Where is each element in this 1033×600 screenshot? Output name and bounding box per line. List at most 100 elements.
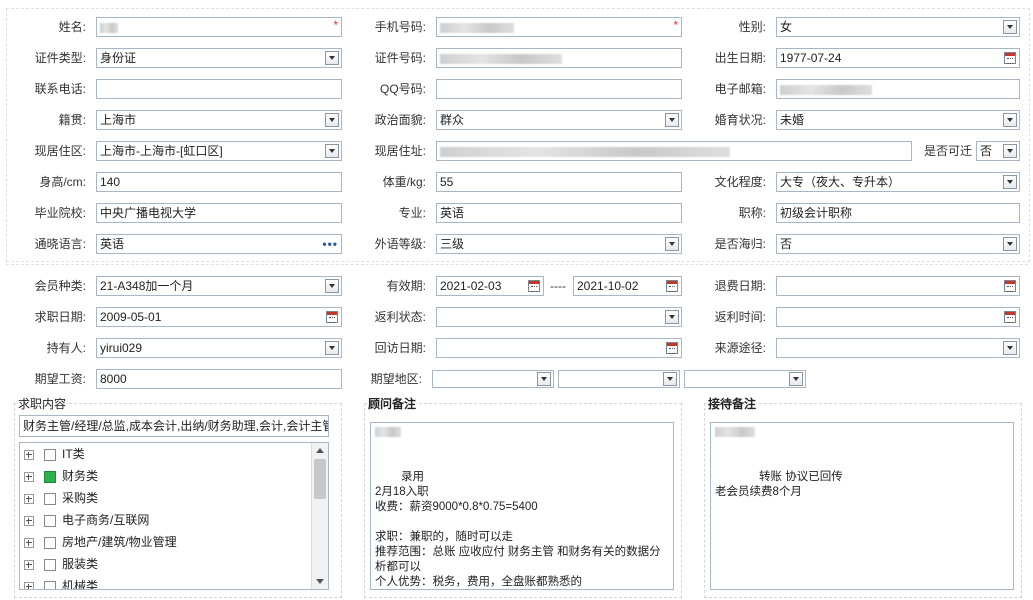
relocatable-select[interactable]: 否 xyxy=(976,141,1020,161)
id-type-select[interactable]: 身份证 xyxy=(96,48,342,68)
checkbox[interactable] xyxy=(44,514,56,527)
chevron-down-icon[interactable] xyxy=(1003,144,1017,158)
chevron-down-icon[interactable] xyxy=(1003,175,1017,189)
checkbox[interactable] xyxy=(44,558,56,571)
language-level-select[interactable]: 三级 xyxy=(436,234,682,254)
name-field[interactable]: * xyxy=(96,17,342,37)
height-field[interactable]: 140 xyxy=(96,172,342,192)
tree-item-real-estate[interactable]: 房地产/建筑/物业管理 xyxy=(24,531,177,553)
chevron-down-icon[interactable] xyxy=(325,341,339,355)
school-label: 毕业院校: xyxy=(34,206,86,220)
checkbox[interactable] xyxy=(44,492,56,505)
chevron-down-icon[interactable] xyxy=(537,372,551,386)
language-level-value: 三级 xyxy=(440,237,465,251)
title-field[interactable]: 初级会计职称 xyxy=(776,203,1020,223)
tree-item-apparel[interactable]: 服装类 xyxy=(24,553,98,575)
tree-scrollbar[interactable] xyxy=(311,443,328,589)
member-type-select[interactable]: 21-A348加一个月 xyxy=(96,276,342,296)
chevron-down-icon[interactable] xyxy=(325,144,339,158)
marital-status-select[interactable]: 未婚 xyxy=(776,110,1020,130)
chevron-down-icon[interactable] xyxy=(789,372,803,386)
email-label: 电子邮箱: xyxy=(714,82,766,96)
advisor-notes-textarea[interactable]: 录用 2月18入职 收费：薪资9000*0.8*0.75=5400 求职：兼职的… xyxy=(370,422,674,590)
language-field[interactable]: 英语 ••• xyxy=(96,234,342,254)
calendar-icon[interactable] xyxy=(528,280,540,292)
tree-item-purchasing[interactable]: 采购类 xyxy=(24,487,98,509)
weight-value: 55 xyxy=(440,175,454,189)
expand-icon[interactable] xyxy=(24,581,34,589)
holder-select[interactable]: yirui029 xyxy=(96,338,342,358)
scroll-up-icon[interactable] xyxy=(316,448,324,453)
phone-label: 手机号码: xyxy=(374,20,426,34)
school-field[interactable]: 中央广播电视大学 xyxy=(96,203,342,223)
refund-date-field[interactable] xyxy=(776,276,1020,296)
expand-icon[interactable] xyxy=(24,537,34,548)
checkbox-checked[interactable] xyxy=(44,470,56,483)
required-marker: * xyxy=(333,18,338,32)
tree-item-machinery[interactable]: 机械类 xyxy=(24,575,98,589)
expand-icon[interactable] xyxy=(24,559,34,570)
job-category-tree[interactable]: IT类 财务类 采购类 电子商务/互联网 房地产/建筑/物业管理 服装类 机械类 xyxy=(19,442,329,590)
expected-area-city-select[interactable] xyxy=(558,370,680,388)
expected-salary-field[interactable]: 8000 xyxy=(96,369,342,389)
redacted-text xyxy=(375,427,401,437)
expected-area-district-select[interactable] xyxy=(684,370,806,388)
checkbox[interactable] xyxy=(44,580,56,589)
chevron-down-icon[interactable] xyxy=(325,113,339,127)
calendar-icon[interactable] xyxy=(1004,311,1016,323)
calendar-icon[interactable] xyxy=(666,342,678,354)
expand-icon[interactable] xyxy=(24,493,34,504)
residence-area-select[interactable]: 上海市-上海市-[虹口区] xyxy=(96,141,342,161)
chevron-down-icon[interactable] xyxy=(1003,341,1017,355)
tree-item-ecommerce[interactable]: 电子商务/互联网 xyxy=(24,509,149,531)
expand-icon[interactable] xyxy=(24,471,34,482)
visit-date-field[interactable] xyxy=(436,338,682,358)
scroll-down-icon[interactable] xyxy=(316,579,324,584)
political-status-select[interactable]: 群众 xyxy=(436,110,682,130)
chevron-down-icon[interactable] xyxy=(663,372,677,386)
contact-phone-field[interactable] xyxy=(96,79,342,99)
calendar-icon[interactable] xyxy=(326,311,338,323)
chevron-down-icon[interactable] xyxy=(1003,113,1017,127)
chevron-down-icon[interactable] xyxy=(665,113,679,127)
chevron-down-icon[interactable] xyxy=(325,279,339,293)
chevron-down-icon[interactable] xyxy=(1003,237,1017,251)
scroll-thumb[interactable] xyxy=(314,459,326,499)
checkbox[interactable] xyxy=(44,448,56,461)
phone-field[interactable]: * xyxy=(436,17,682,37)
expand-icon[interactable] xyxy=(24,515,34,526)
education-select[interactable]: 大专（夜大、专升本） xyxy=(776,172,1020,192)
weight-field[interactable]: 55 xyxy=(436,172,682,192)
valid-start-field[interactable]: 2021-02-03 xyxy=(436,276,544,296)
reception-notes-textarea[interactable]: 转账 协议已回传 老会员续费8个月 xyxy=(710,422,1014,590)
rebate-time-field[interactable] xyxy=(776,307,1020,327)
tree-item-label: 服装类 xyxy=(62,557,99,571)
chevron-down-icon[interactable] xyxy=(1003,20,1017,34)
expected-area-province-select[interactable] xyxy=(432,370,554,388)
gender-select[interactable]: 女 xyxy=(776,17,1020,37)
chevron-down-icon[interactable] xyxy=(665,237,679,251)
chevron-down-icon[interactable] xyxy=(325,51,339,65)
native-place-select[interactable]: 上海市 xyxy=(96,110,342,130)
checkbox[interactable] xyxy=(44,536,56,549)
residence-address-field[interactable] xyxy=(436,141,912,161)
birth-date-field[interactable]: 1977-07-24 xyxy=(776,48,1020,68)
email-field[interactable] xyxy=(776,79,1020,99)
qq-field[interactable] xyxy=(436,79,682,99)
tree-item-finance[interactable]: 财务类 xyxy=(24,465,98,487)
rebate-status-select[interactable] xyxy=(436,307,682,327)
valid-end-field[interactable]: 2021-10-02 xyxy=(573,276,682,296)
tree-item-it[interactable]: IT类 xyxy=(24,443,85,465)
returnee-select[interactable]: 否 xyxy=(776,234,1020,254)
source-select[interactable] xyxy=(776,338,1020,358)
calendar-icon[interactable] xyxy=(1004,52,1016,64)
chevron-down-icon[interactable] xyxy=(665,310,679,324)
major-field[interactable]: 英语 xyxy=(436,203,682,223)
id-number-field[interactable] xyxy=(436,48,682,68)
job-date-field[interactable]: 2009-05-01 xyxy=(96,307,342,327)
calendar-icon[interactable] xyxy=(1004,280,1016,292)
more-options-icon[interactable]: ••• xyxy=(322,235,338,253)
expand-icon[interactable] xyxy=(24,449,34,460)
job-content-summary-field[interactable]: 财务主管/经理/总监,成本会计,出纳/财务助理,会计,会计主管 xyxy=(19,415,329,437)
calendar-icon[interactable] xyxy=(666,280,678,292)
